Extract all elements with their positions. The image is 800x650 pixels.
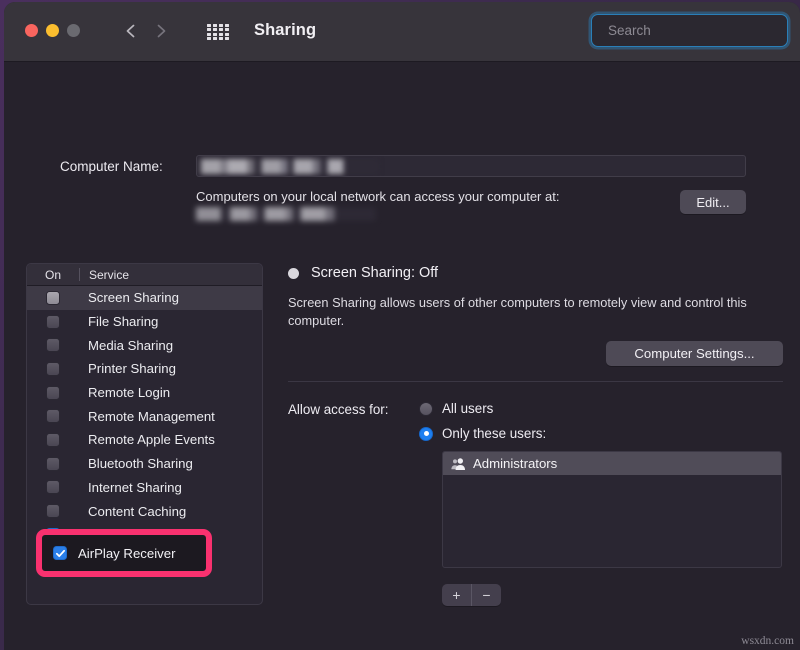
checkmark-icon xyxy=(55,548,66,559)
desktop-background: Sharing Computer Name: Computers on your… xyxy=(0,0,800,650)
service-checkbox[interactable] xyxy=(46,338,60,352)
service-row-content-caching[interactable]: Content Caching xyxy=(27,499,262,523)
system-preferences-window: Sharing Computer Name: Computers on your… xyxy=(4,2,800,650)
minimize-window-button[interactable] xyxy=(46,24,59,37)
redacted-hostname xyxy=(196,207,376,221)
user-list-item[interactable]: Administrators xyxy=(443,452,781,475)
service-row-remote-login[interactable]: Remote Login xyxy=(27,381,262,405)
radio-only-these-users[interactable]: Only these users: xyxy=(419,426,546,441)
forward-button[interactable] xyxy=(147,16,175,46)
group-users-icon xyxy=(443,457,473,471)
service-checkbox[interactable] xyxy=(46,433,60,447)
page-title: Sharing xyxy=(254,21,316,40)
service-row-screen-sharing[interactable]: Screen Sharing xyxy=(27,286,262,310)
status-indicator-dot xyxy=(288,268,299,279)
computer-settings-button[interactable]: Computer Settings... xyxy=(606,341,783,366)
service-row-remote-management[interactable]: Remote Management xyxy=(27,404,262,428)
chevron-right-icon xyxy=(153,23,169,39)
section-divider xyxy=(288,381,783,382)
service-list-header: On Service xyxy=(27,264,262,286)
computer-name-input[interactable] xyxy=(196,155,746,177)
service-checkbox[interactable] xyxy=(46,386,60,400)
service-label: Screen Sharing xyxy=(79,290,179,305)
radio-all-users[interactable]: All users xyxy=(419,401,493,416)
edit-button[interactable]: Edit... xyxy=(680,190,746,214)
service-checkbox[interactable] xyxy=(46,409,60,423)
column-header-service: Service xyxy=(80,268,129,282)
service-label: Media Sharing xyxy=(79,338,173,353)
service-label: Content Caching xyxy=(79,504,186,519)
allowed-users-list[interactable]: Administrators xyxy=(442,451,782,568)
user-name: Administrators xyxy=(473,456,557,471)
service-row-remote-apple-events[interactable]: Remote Apple Events xyxy=(27,428,262,452)
remove-user-button[interactable]: − xyxy=(472,584,501,606)
allow-access-label: Allow access for: xyxy=(288,402,388,417)
computer-name-label: Computer Name: xyxy=(60,159,163,174)
back-button[interactable] xyxy=(117,16,145,46)
service-row-file-sharing[interactable]: File Sharing xyxy=(27,310,262,334)
service-label: Printer Sharing xyxy=(79,361,176,376)
radio-label: Only these users: xyxy=(442,426,546,441)
service-label: Bluetooth Sharing xyxy=(79,456,193,471)
service-checkbox[interactable] xyxy=(46,315,60,329)
service-row-airplay-receiver[interactable]: AirPlay Receiver xyxy=(42,535,206,571)
service-description: Screen Sharing allows users of other com… xyxy=(288,294,783,330)
add-remove-user-controls[interactable]: + − xyxy=(442,584,501,606)
redacted-computer-name xyxy=(201,159,379,174)
service-row-internet-sharing[interactable]: Internet Sharing xyxy=(27,476,262,500)
airplay-receiver-label: AirPlay Receiver xyxy=(78,546,175,561)
radio-label: All users xyxy=(442,401,493,416)
service-checkbox[interactable] xyxy=(46,362,60,376)
service-label: Internet Sharing xyxy=(79,480,182,495)
service-checkbox[interactable] xyxy=(46,457,60,471)
service-label: Remote Management xyxy=(79,409,215,424)
add-user-button[interactable]: + xyxy=(442,584,471,606)
chevron-left-icon xyxy=(123,23,139,39)
window-toolbar: Sharing xyxy=(4,2,800,62)
status-badge: Screen Sharing: Off xyxy=(311,265,438,281)
column-header-on: On xyxy=(27,268,79,282)
service-checkbox[interactable] xyxy=(46,504,60,518)
radio-button[interactable] xyxy=(419,402,433,416)
watermark: wsxdn.com xyxy=(741,635,794,647)
service-checkbox[interactable] xyxy=(46,291,60,305)
search-input[interactable] xyxy=(606,23,789,38)
all-preferences-grid-icon[interactable] xyxy=(207,24,229,40)
service-label: Remote Login xyxy=(79,385,170,400)
service-checkbox[interactable] xyxy=(46,480,60,494)
maximize-window-button[interactable] xyxy=(67,24,80,37)
airplay-receiver-checkbox[interactable] xyxy=(53,546,67,560)
close-window-button[interactable] xyxy=(25,24,38,37)
service-label: Remote Apple Events xyxy=(79,432,215,447)
service-row-media-sharing[interactable]: Media Sharing xyxy=(27,333,262,357)
service-label: File Sharing xyxy=(79,314,158,329)
local-network-hint: Computers on your local network can acce… xyxy=(196,189,559,204)
radio-button-selected[interactable] xyxy=(419,427,433,441)
service-row-bluetooth-sharing[interactable]: Bluetooth Sharing xyxy=(27,452,262,476)
search-field[interactable] xyxy=(591,14,788,47)
service-row-printer-sharing[interactable]: Printer Sharing xyxy=(27,357,262,381)
preferences-content: Computer Name: Computers on your local n… xyxy=(4,62,800,649)
